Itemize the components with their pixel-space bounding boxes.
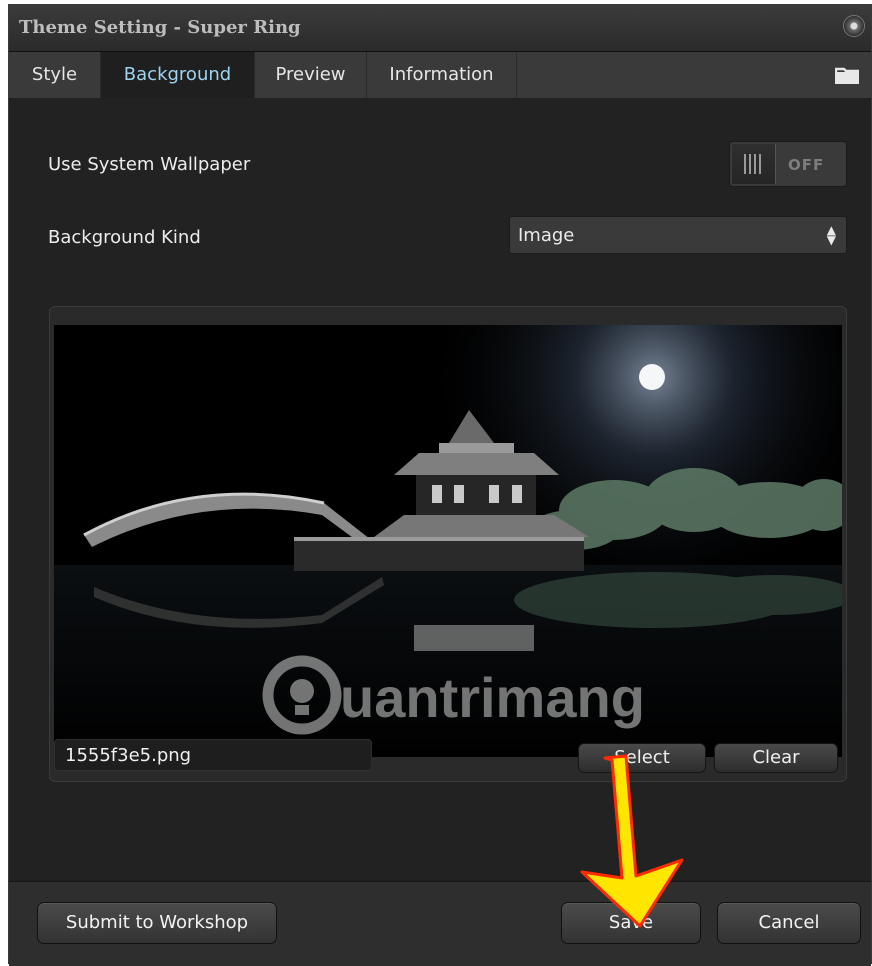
tab-bar: Style Background Preview Information bbox=[9, 52, 871, 98]
toggle-state-text: OFF bbox=[788, 156, 825, 174]
tab-information[interactable]: Information bbox=[367, 52, 517, 98]
theme-setting-window: Theme Setting - Super Ring Style Backgro… bbox=[8, 4, 872, 966]
background-kind-select[interactable]: Image ▲ ▼ bbox=[509, 216, 847, 254]
use-system-wallpaper-label: Use System Wallpaper bbox=[48, 154, 251, 175]
window-title: Theme Setting - Super Ring bbox=[19, 17, 301, 38]
tab-background[interactable]: Background bbox=[101, 52, 255, 98]
tab-style[interactable]: Style bbox=[9, 52, 101, 98]
background-image-frame: uantrimang 1555f3e5.png Select Clear bbox=[49, 306, 847, 782]
svg-text:uantrimang: uantrimang bbox=[340, 666, 645, 729]
filename-text: 1555f3e5.png bbox=[65, 745, 192, 766]
background-image-preview: uantrimang bbox=[54, 325, 842, 757]
folder-icon[interactable] bbox=[835, 66, 859, 84]
background-settings-panel: Use System Wallpaper OFF Background Kind… bbox=[9, 98, 871, 880]
filename-field: 1555f3e5.png bbox=[54, 739, 372, 771]
use-system-wallpaper-toggle[interactable]: OFF bbox=[729, 141, 847, 187]
submit-to-workshop-button[interactable]: Submit to Workshop bbox=[37, 902, 277, 944]
clear-image-button[interactable]: Clear bbox=[714, 743, 838, 773]
circle-button-icon[interactable] bbox=[843, 15, 865, 37]
save-button[interactable]: Save bbox=[561, 902, 701, 944]
background-kind-value: Image bbox=[518, 225, 575, 246]
title-bar: Theme Setting - Super Ring bbox=[9, 5, 871, 52]
cancel-button[interactable]: Cancel bbox=[717, 902, 861, 944]
moon bbox=[639, 364, 665, 390]
dialog-footer: Submit to Workshop Save Cancel bbox=[9, 881, 871, 966]
select-image-button[interactable]: Select bbox=[578, 743, 706, 773]
updown-arrows-icon: ▲ ▼ bbox=[826, 223, 836, 247]
tab-preview[interactable]: Preview bbox=[255, 52, 367, 98]
background-kind-label: Background Kind bbox=[48, 227, 201, 248]
toggle-knob[interactable] bbox=[732, 144, 776, 184]
